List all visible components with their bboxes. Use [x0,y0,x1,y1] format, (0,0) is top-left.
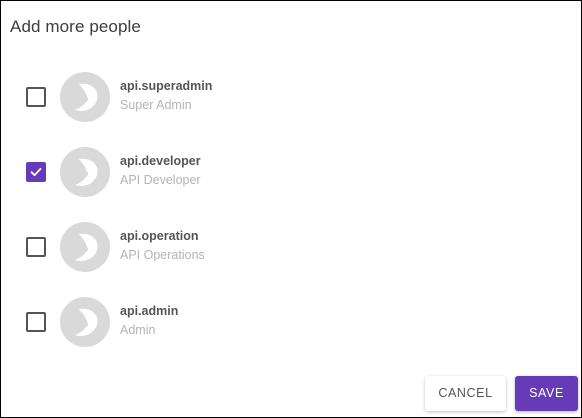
person-role: Super Admin [120,98,192,112]
check-icon [30,167,42,177]
person-row-operation[interactable]: api.operation API Operations [1,211,581,286]
person-checkbox[interactable] [26,162,46,182]
person-name: api.admin [120,304,179,318]
avatar [60,222,110,272]
person-name: api.operation [120,229,199,243]
avatar [60,297,110,347]
person-role: Admin [120,323,156,337]
person-row-developer[interactable]: api.developer API Developer [1,136,581,211]
person-checkbox[interactable] [26,87,46,107]
person-row-superadmin[interactable]: api.superadmin Super Admin [1,61,581,136]
avatar [60,147,110,197]
default-user-logo-icon [75,83,98,111]
person-name: api.superadmin [120,79,213,93]
cancel-button[interactable]: CANCEL [425,376,506,411]
person-role: API Developer [120,173,201,187]
person-row-admin[interactable]: api.admin Admin [1,286,581,361]
person-checkbox[interactable] [26,237,46,257]
default-user-logo-icon [75,158,98,186]
person-list: api.superadmin Super Admin api.developer… [1,61,581,361]
avatar [60,72,110,122]
default-user-logo-icon [75,233,98,261]
add-people-dialog: Add more people api.superadmin Super Adm… [0,0,582,418]
save-button[interactable]: SAVE [515,376,578,411]
default-user-logo-icon [75,308,98,336]
person-role: API Operations [120,248,205,262]
dialog-title: Add more people [10,17,141,36]
person-name: api.developer [120,154,201,168]
person-checkbox[interactable] [26,312,46,332]
